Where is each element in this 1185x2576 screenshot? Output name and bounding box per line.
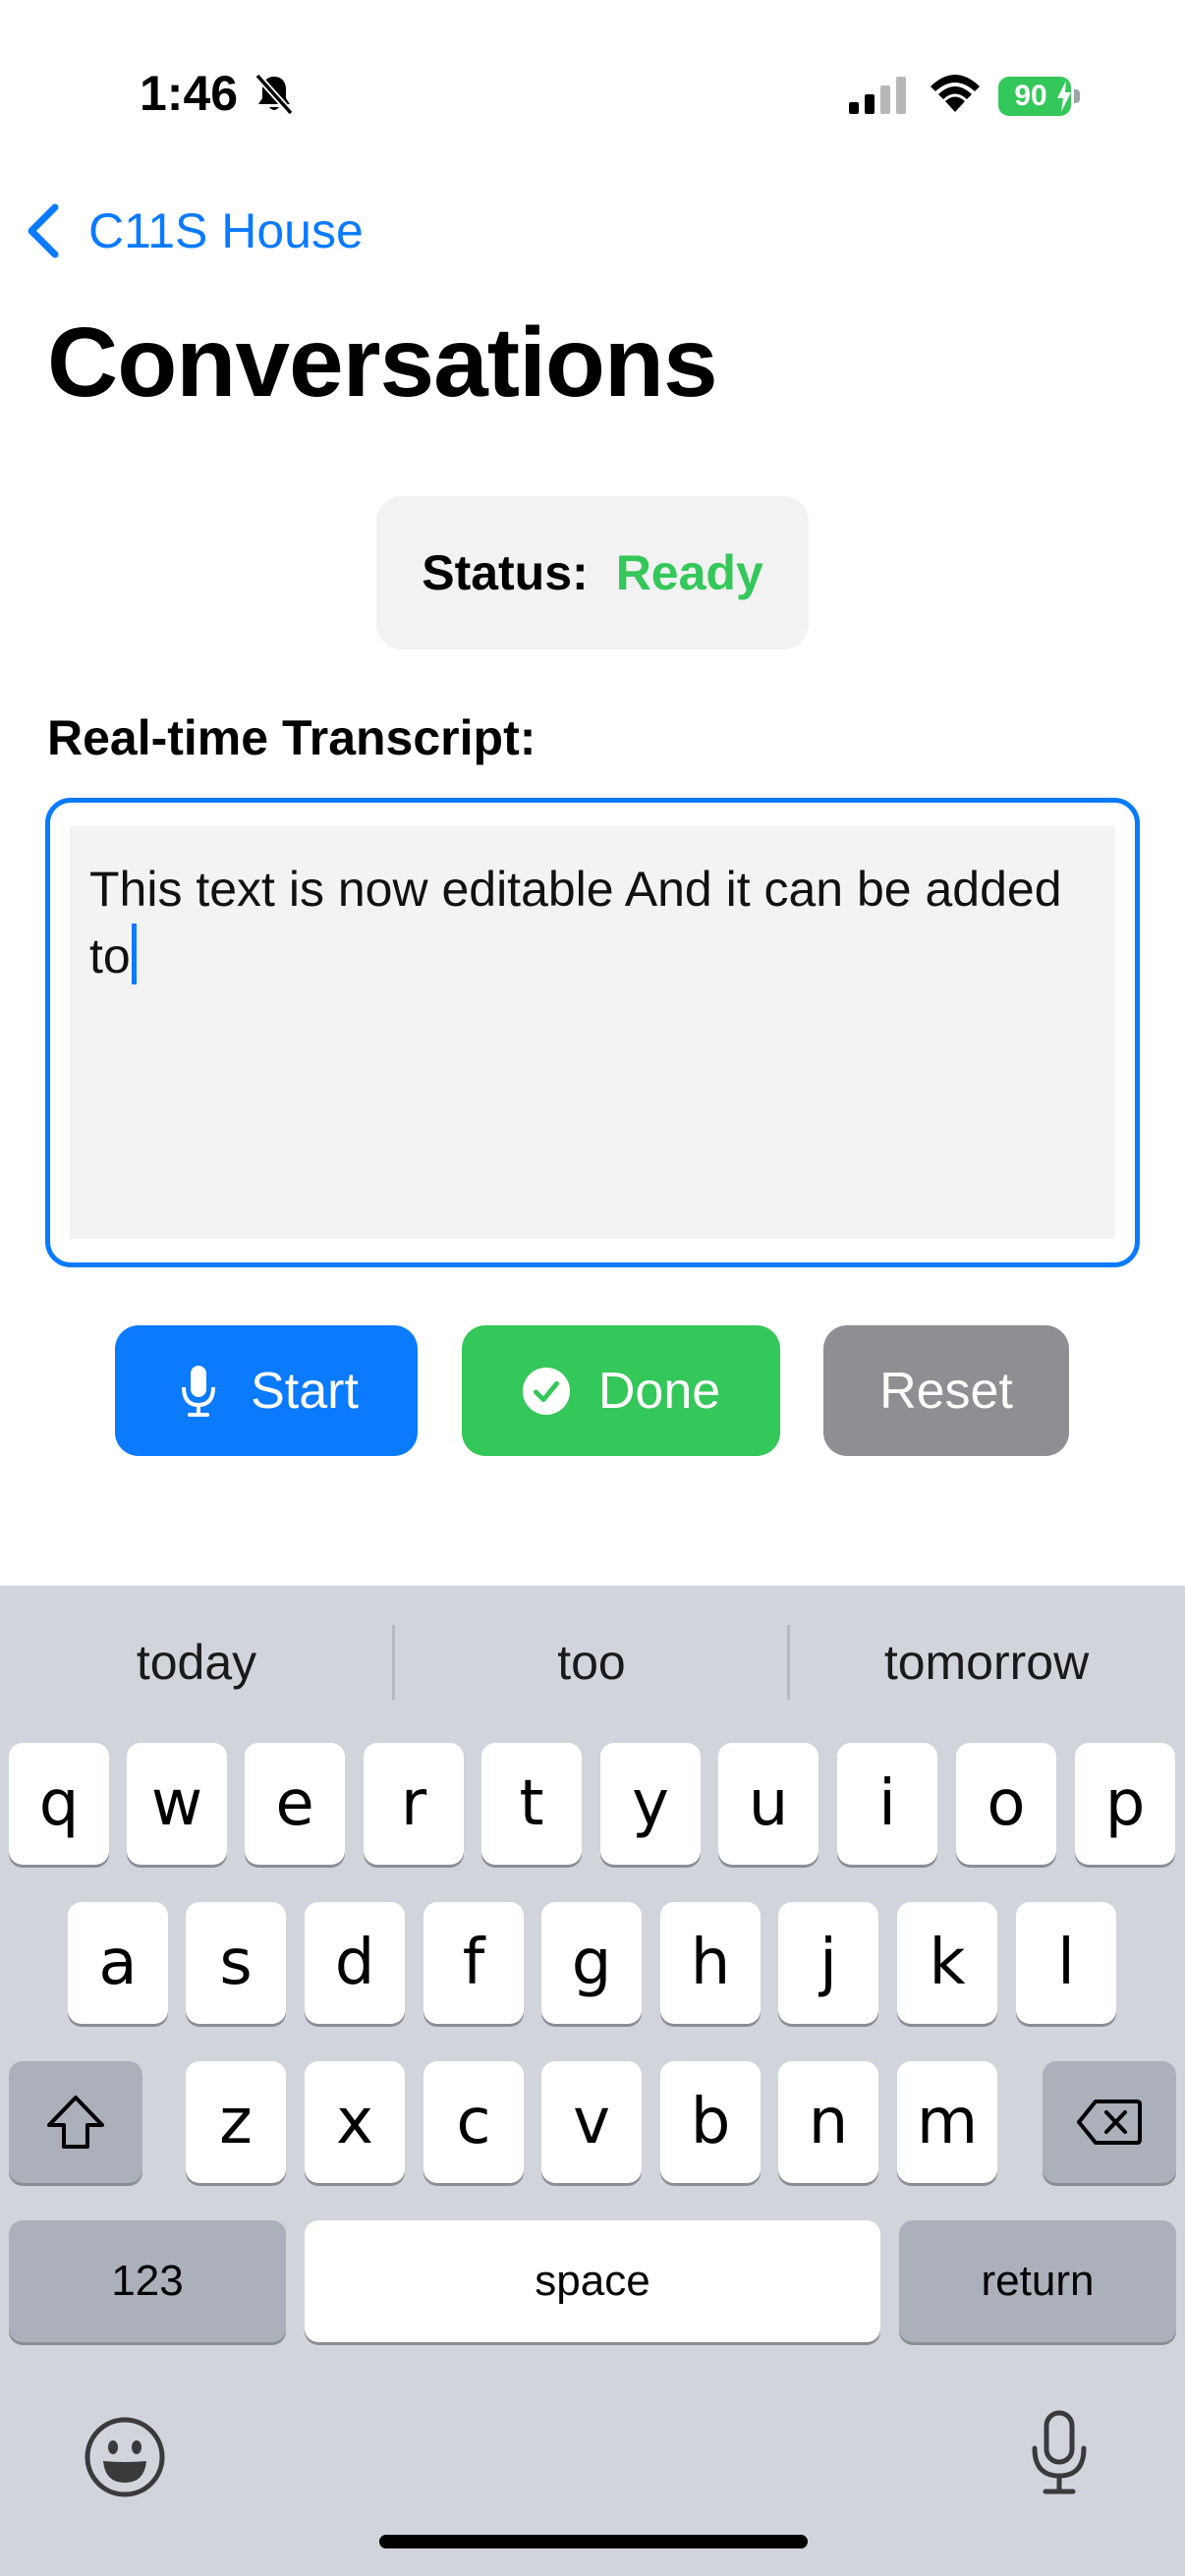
key-o[interactable]: o <box>956 1743 1056 1865</box>
key-q[interactable]: q <box>9 1743 109 1865</box>
shift-arrow-icon <box>47 2096 104 2149</box>
done-button[interactable]: Done <box>462 1325 780 1456</box>
checkmark-circle-icon <box>522 1367 570 1415</box>
key-e[interactable]: e <box>245 1743 345 1865</box>
key-c[interactable]: c <box>423 2061 524 2183</box>
reset-button-label: Reset <box>879 1362 1013 1420</box>
text-cursor <box>131 924 137 984</box>
key-k[interactable]: k <box>897 1902 997 2024</box>
key-f[interactable]: f <box>423 1902 524 2024</box>
transcript-text: This text is now editable And it can be … <box>89 862 1062 983</box>
signal-icon <box>849 77 906 114</box>
key-r[interactable]: r <box>364 1743 464 1865</box>
dictation-button[interactable] <box>1015 2409 1103 2497</box>
key-d[interactable]: d <box>305 1902 405 2024</box>
emoji-icon <box>85 2417 165 2497</box>
chevron-left-icon <box>28 203 59 258</box>
back-button-label: C11S House <box>88 203 364 258</box>
key-x[interactable]: x <box>305 2061 405 2183</box>
key-v[interactable]: v <box>541 2061 642 2183</box>
reset-button[interactable]: Reset <box>823 1325 1069 1456</box>
status-time: 1:46 <box>140 66 239 121</box>
transcript-editor[interactable]: This text is now editable And it can be … <box>70 826 1115 1239</box>
key-j[interactable]: j <box>778 1902 878 2024</box>
key-m[interactable]: m <box>897 2061 997 2183</box>
microphone-icon <box>1032 2410 1087 2494</box>
key-p[interactable]: p <box>1075 1743 1175 1865</box>
key-n[interactable]: n <box>778 2061 878 2183</box>
bell-slash-icon <box>254 73 294 116</box>
battery-level: 90 <box>1014 80 1047 112</box>
status-indicator: Status: Ready <box>376 496 809 649</box>
transcript-text-area[interactable]: This text is now editable And it can be … <box>45 798 1140 1267</box>
battery-charging-icon: 90 <box>998 77 1081 116</box>
status-value: Ready <box>615 545 763 600</box>
done-button-label: Done <box>597 1362 721 1420</box>
suggestion-bar: today too tomorrow <box>0 1586 1185 1739</box>
key-z[interactable]: z <box>186 2061 286 2183</box>
key-h[interactable]: h <box>660 1902 761 2024</box>
delete-key[interactable] <box>1043 2061 1176 2183</box>
start-button[interactable]: Start <box>115 1325 418 1456</box>
return-key[interactable]: return <box>899 2220 1176 2342</box>
key-s[interactable]: s <box>186 1902 286 2024</box>
shift-key[interactable] <box>9 2061 142 2183</box>
suggestion-today[interactable]: today <box>0 1586 393 1739</box>
key-i[interactable]: i <box>837 1743 937 1865</box>
delete-backward-icon <box>1077 2100 1142 2145</box>
key-b[interactable]: b <box>660 2061 761 2183</box>
suggestion-tomorrow[interactable]: tomorrow <box>790 1586 1183 1739</box>
key-l[interactable]: l <box>1016 1902 1116 2024</box>
key-y[interactable]: y <box>600 1743 701 1865</box>
emoji-button[interactable] <box>81 2413 169 2501</box>
keyboard: today too tomorrow q w e r t y u i o p a… <box>0 1586 1185 2576</box>
start-button-label: Start <box>251 1362 359 1420</box>
key-a[interactable]: a <box>68 1902 168 2024</box>
wifi-icon <box>931 75 980 112</box>
page-title: Conversations <box>47 308 718 418</box>
key-g[interactable]: g <box>541 1902 642 2024</box>
key-u[interactable]: u <box>718 1743 818 1865</box>
numbers-key[interactable]: 123 <box>9 2220 286 2342</box>
status-label: Status: <box>422 545 589 600</box>
key-t[interactable]: t <box>481 1743 582 1865</box>
transcript-label: Real-time Transcript: <box>47 710 536 765</box>
back-button[interactable]: C11S House <box>24 196 364 265</box>
key-w[interactable]: w <box>127 1743 227 1865</box>
status-bar: 1:46 90 <box>0 0 1185 187</box>
microphone-icon <box>182 1365 216 1417</box>
suggestion-too[interactable]: too <box>395 1586 788 1739</box>
home-indicator[interactable] <box>379 2535 808 2548</box>
space-key[interactable]: space <box>305 2220 880 2342</box>
